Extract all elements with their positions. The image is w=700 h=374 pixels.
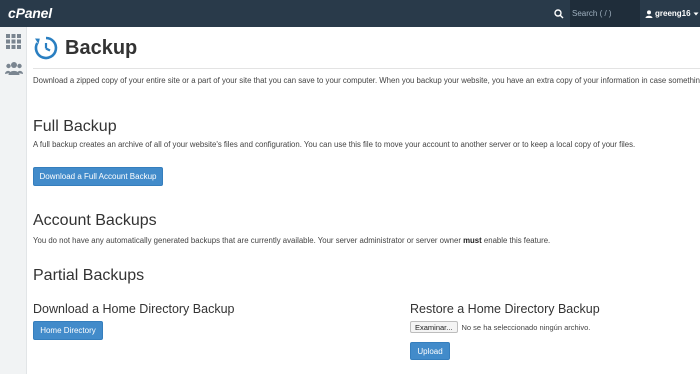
main-content: Backup Download a zipped copy of your en… [27,27,700,374]
users-icon[interactable] [4,58,23,77]
account-text-after: enable this feature. [481,236,551,245]
account-backups-heading: Account Backups [33,212,157,229]
file-picker: Examinar... No se ha seleccionado ningún… [410,321,590,333]
user-icon [645,9,653,18]
search-input[interactable] [570,0,640,27]
account-text-before: You do not have any automatically genera… [33,236,464,245]
intro-text: Download a zipped copy of your entire si… [33,75,700,87]
cpanel-logo[interactable]: cPanel [8,5,52,21]
title-divider [33,68,700,69]
download-home-heading: Download a Home Directory Backup [33,302,235,316]
intro-body: Download a zipped copy of your entire si… [33,76,700,85]
full-backup-description: A full backup creates an archive of all … [33,140,636,149]
caret-down-icon [693,12,699,15]
download-full-backup-button[interactable]: Download a Full Account Backup [33,167,163,186]
partial-backups-heading: Partial Backups [33,267,145,284]
left-sidebar [0,27,27,374]
search-icon [548,0,570,27]
top-navbar: cPanel greeng16 [0,0,700,27]
page-title: Backup [65,36,138,59]
backup-clock-icon [34,36,58,60]
file-status-text: No se ha seleccionado ningún archivo. [461,322,591,332]
upload-button[interactable]: Upload [410,342,450,360]
grid-icon[interactable] [4,32,23,51]
full-backup-heading: Full Backup [33,118,117,135]
file-browse-button[interactable]: Examinar... [410,321,458,333]
user-menu[interactable]: greeng16 [645,0,700,27]
home-directory-button[interactable]: Home Directory [33,321,103,340]
account-backups-description: You do not have any automatically genera… [33,236,550,245]
account-text-bold: must [463,236,482,245]
restore-home-heading: Restore a Home Directory Backup [410,302,600,316]
username-label: greeng16 [655,9,691,18]
page-header: Backup [33,35,137,61]
